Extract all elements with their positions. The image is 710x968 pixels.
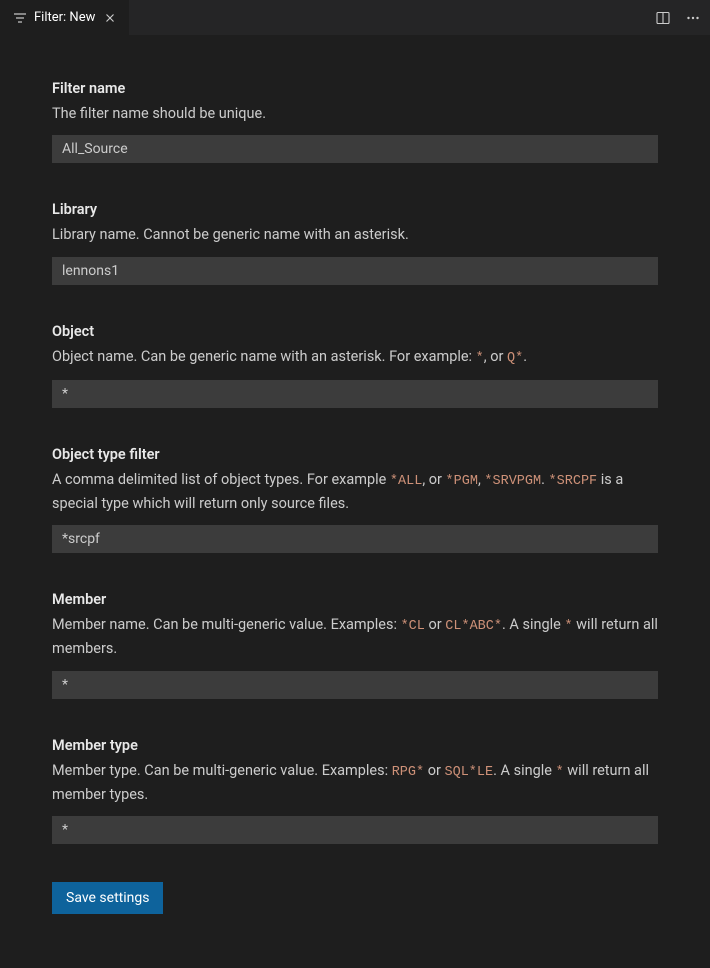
filter-name-label: Filter name <box>52 80 658 97</box>
library-desc: Library name. Cannot be generic name wit… <box>52 224 658 246</box>
code-literal: CL*ABC* <box>445 619 502 634</box>
object-type-filter-label: Object type filter <box>52 446 658 463</box>
object-type-filter-input[interactable] <box>52 525 658 553</box>
code-literal: * <box>476 351 484 366</box>
field-object-type-filter: Object type filter A comma delimited lis… <box>52 446 658 553</box>
field-filter-name: Filter name The filter name should be un… <box>52 80 658 163</box>
desc-text: A comma delimited list of object types. … <box>52 471 390 488</box>
object-desc-text: , or <box>484 348 507 365</box>
member-type-desc: Member type. Can be multi-generic value.… <box>52 760 658 806</box>
tab-filter-new[interactable]: Filter: New <box>0 0 129 35</box>
member-label: Member <box>52 591 658 608</box>
code-literal: Q* <box>507 351 523 366</box>
field-member: Member Member name. Can be multi-generic… <box>52 591 658 698</box>
desc-text: . <box>541 471 548 488</box>
save-button[interactable]: Save settings <box>52 882 163 914</box>
tab-title: Filter: New <box>34 10 95 25</box>
member-type-label: Member type <box>52 737 658 754</box>
code-literal: * <box>556 765 564 780</box>
desc-text: or <box>424 762 444 779</box>
field-object: Object Object name. Can be generic name … <box>52 323 658 408</box>
more-actions-icon[interactable] <box>684 9 702 27</box>
object-type-filter-desc: A comma delimited list of object types. … <box>52 469 658 515</box>
code-literal: SQL*LE <box>445 765 494 780</box>
desc-text: Member type. Can be multi-generic value.… <box>52 762 392 779</box>
code-literal: *SRCPF <box>549 474 598 489</box>
library-label: Library <box>52 201 658 218</box>
field-library: Library Library name. Cannot be generic … <box>52 201 658 284</box>
field-member-type: Member type Member type. Can be multi-ge… <box>52 737 658 844</box>
code-literal: RPG* <box>392 765 424 780</box>
tab-bar: Filter: New <box>0 0 710 35</box>
code-literal: *SRVPGM <box>484 474 541 489</box>
code-literal: *CL <box>401 619 425 634</box>
code-literal: *ALL <box>390 474 422 489</box>
filter-icon <box>12 10 28 26</box>
desc-text: or <box>425 616 445 633</box>
object-desc: Object name. Can be generic name with an… <box>52 346 658 370</box>
desc-text: , or <box>422 471 445 488</box>
filter-name-input[interactable] <box>52 135 658 163</box>
tab-actions <box>654 0 702 35</box>
desc-text: . A single <box>493 762 555 779</box>
object-input[interactable] <box>52 380 658 408</box>
member-desc: Member name. Can be multi-generic value.… <box>52 614 658 660</box>
object-desc-text: Object name. Can be generic name with an… <box>52 348 476 365</box>
desc-text: . A single <box>502 616 564 633</box>
filter-name-desc: The filter name should be unique. <box>52 103 658 125</box>
member-input[interactable] <box>52 671 658 699</box>
close-icon[interactable] <box>101 9 119 27</box>
code-literal: *PGM <box>446 474 478 489</box>
member-type-input[interactable] <box>52 816 658 844</box>
code-literal: * <box>564 619 572 634</box>
form-content: Filter name The filter name should be un… <box>0 35 710 934</box>
library-input[interactable] <box>52 257 658 285</box>
split-editor-icon[interactable] <box>654 9 672 27</box>
object-desc-text: . <box>523 348 527 365</box>
desc-text: Member name. Can be multi-generic value.… <box>52 616 401 633</box>
object-label: Object <box>52 323 658 340</box>
